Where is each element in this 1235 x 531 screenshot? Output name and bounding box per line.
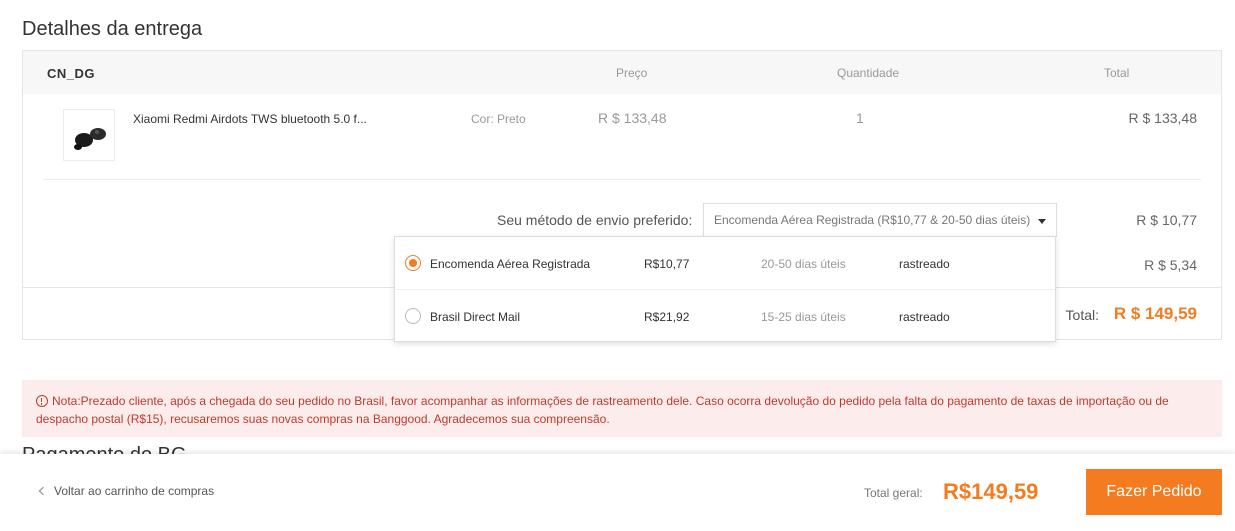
- product-thumbnail[interactable]: [63, 109, 115, 161]
- shipping-option-price: R$21,92: [644, 310, 690, 324]
- back-to-cart-label: Voltar ao carrinho de compras: [54, 484, 215, 498]
- product-total: R $ 133,48: [1128, 110, 1198, 126]
- product-color: Cor: Preto: [471, 112, 526, 126]
- shipping-method-selected-value: Encomenda Aérea Registrada (R$10,77 & 20…: [714, 213, 1031, 227]
- shipping-option-name: Brasil Direct Mail: [430, 310, 521, 324]
- shipping-option-tracking: rastreado: [899, 310, 950, 324]
- radio-button[interactable]: [405, 308, 421, 324]
- shipping-option-tracking: rastreado: [899, 257, 950, 271]
- chevron-left-icon: [38, 486, 48, 496]
- shipping-options-dropdown: Encomenda Aérea Registrada R$10,77 20-50…: [394, 236, 1056, 342]
- section-title: Detalhes da entrega: [22, 18, 203, 40]
- shipping-option-name: Encomenda Aérea Registrada: [430, 257, 591, 271]
- customs-notice: Nota:Prezado cliente, após a chegada do …: [22, 380, 1222, 437]
- checkout-footer-bar: Voltar ao carrinho de compras Total gera…: [0, 454, 1235, 531]
- column-total-header: Total: [1104, 66, 1130, 80]
- notice-text: Nota:Prezado cliente, após a chegada do …: [36, 394, 1169, 426]
- insurance-cost: R $ 5,34: [1144, 257, 1197, 273]
- shipping-cost: R $ 10,77: [1136, 212, 1197, 228]
- grand-total-label: Total geral:: [864, 486, 923, 500]
- caret-down-icon: [1038, 219, 1046, 224]
- order-total-label: Total:: [1065, 307, 1099, 323]
- radio-button-selected[interactable]: [405, 255, 421, 271]
- row-divider: [43, 179, 1201, 180]
- warehouse-label: CN_DG: [47, 66, 96, 81]
- earbuds-image: [74, 128, 106, 150]
- shipping-option-registered-air[interactable]: Encomenda Aérea Registrada R$10,77 20-50…: [395, 237, 1055, 290]
- order-table-header: CN_DG Preço Quantidade Total: [23, 51, 1221, 94]
- shipping-option-brasil-direct-mail[interactable]: Brasil Direct Mail R$21,92 15-25 dias út…: [395, 290, 1055, 343]
- alert-circle-icon: [36, 395, 48, 407]
- product-quantity: 1: [856, 110, 864, 126]
- product-name-link[interactable]: Xiaomi Redmi Airdots TWS bluetooth 5.0 f…: [133, 112, 367, 126]
- shipping-method-select[interactable]: Encomenda Aérea Registrada (R$10,77 & 20…: [703, 203, 1057, 237]
- column-price-header: Preço: [616, 66, 648, 80]
- shipping-option-days: 20-50 dias úteis: [761, 257, 846, 271]
- place-order-button[interactable]: Fazer Pedido: [1086, 469, 1222, 515]
- shipping-option-price: R$10,77: [644, 257, 690, 271]
- grand-total-value: R$149,59: [943, 479, 1039, 504]
- product-price: R $ 133,48: [598, 110, 667, 126]
- shipping-method-label: Seu método de envio preferido:: [497, 212, 693, 228]
- shipping-option-days: 15-25 dias úteis: [761, 310, 846, 324]
- column-quantity-header: Quantidade: [837, 66, 900, 80]
- back-to-cart-link[interactable]: Voltar ao carrinho de compras: [38, 484, 215, 498]
- order-total-value: R $ 149,59: [1113, 304, 1197, 323]
